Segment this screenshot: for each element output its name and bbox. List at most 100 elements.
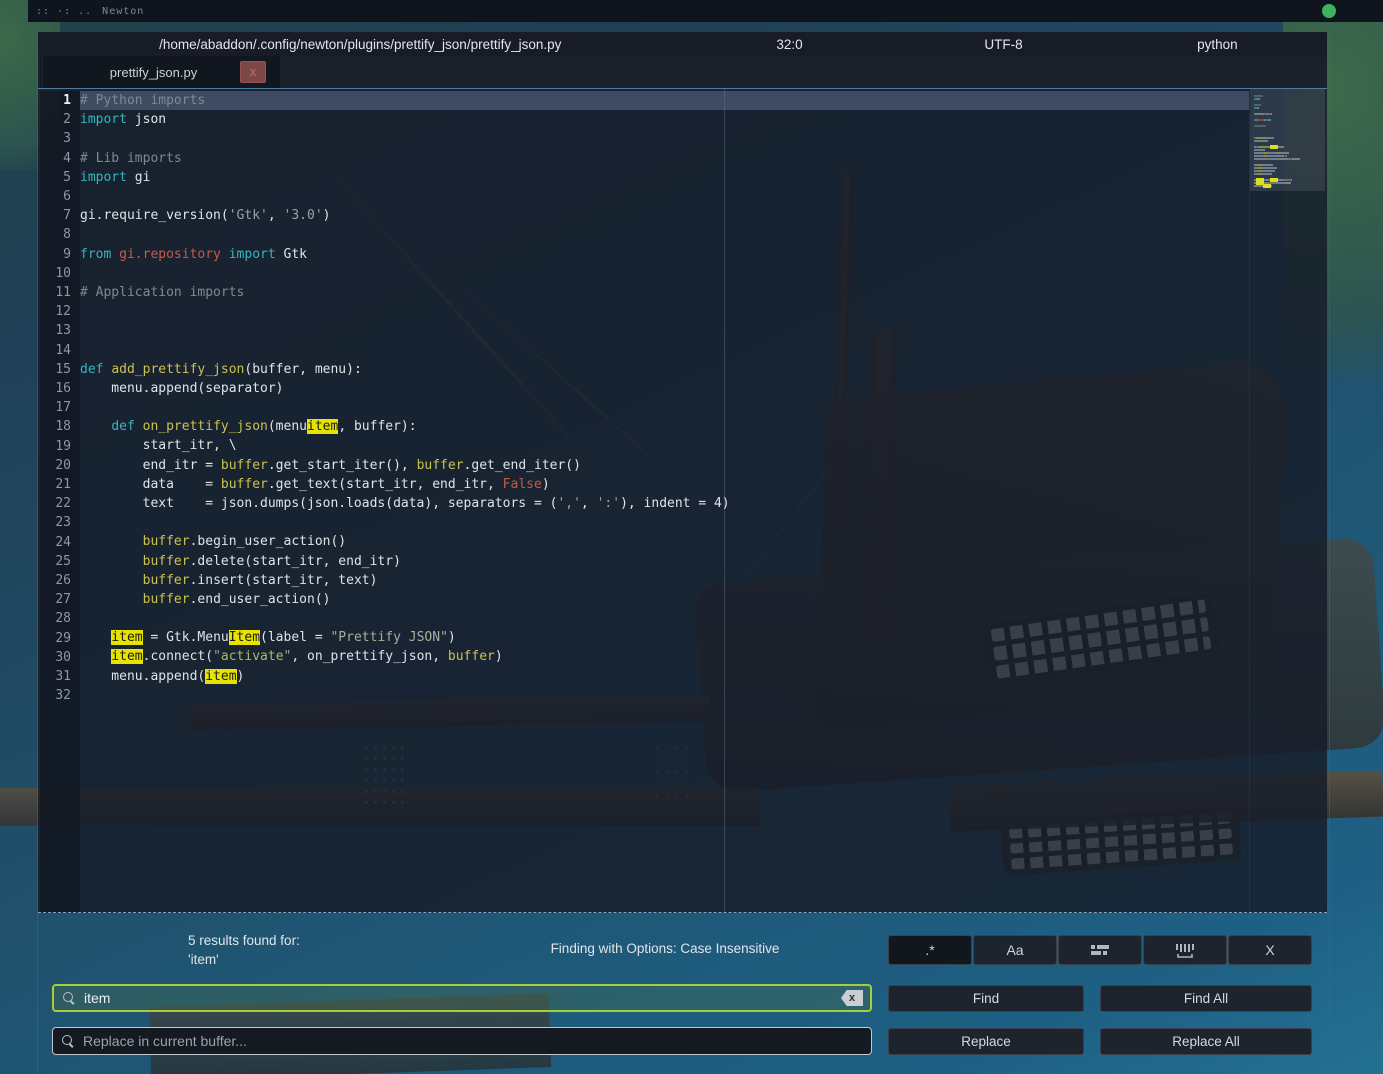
code-line[interactable] [80,302,1249,321]
search-icon [62,1035,75,1048]
encoding-indicator: UTF-8 [896,37,1110,52]
code-line[interactable]: text = json.dumps(json.loads(data), sepa… [80,494,1249,513]
code-line[interactable]: menu.append(separator) [80,379,1249,398]
line-number: 20 [40,456,71,475]
code-line[interactable]: def on_prettify_json(menuitem, buffer): [80,417,1249,436]
cursor-position: 32:0 [683,37,897,52]
whole-word-toggle-button[interactable] [1143,935,1227,965]
line-number: 21 [40,475,71,494]
code-line[interactable]: # Lib imports [80,149,1249,168]
code-line[interactable]: buffer.insert(start_itr, text) [80,571,1249,590]
search-results-info: 5 results found for: 'item' [188,931,300,969]
results-count: 5 results found for: [188,931,300,950]
tab-close-button[interactable]: x [240,61,266,83]
search-input[interactable]: item x [52,984,872,1012]
line-number: 2 [40,110,71,129]
line-number: 13 [40,321,71,340]
line-number: 9 [40,245,71,264]
find-button[interactable]: Find [888,985,1084,1012]
line-number: 11 [40,283,71,302]
replace-input-placeholder: Replace in current buffer... [83,1033,247,1049]
code-line[interactable]: start_itr, \ [80,436,1249,455]
line-number: 28 [40,609,71,628]
line-number: 32 [40,686,71,705]
line-number: 26 [40,571,71,590]
code-line[interactable]: item = Gtk.MenuItem(label = "Prettify JS… [80,628,1249,647]
code-line[interactable]: item.connect("activate", on_prettify_jso… [80,647,1249,666]
line-number: 30 [40,648,71,667]
line-number: 17 [40,398,71,417]
case-sensitive-toggle-button[interactable]: Aa [973,935,1057,965]
line-number-gutter: 1234567891011121314151617181920212223242… [40,91,80,912]
line-number: 31 [40,667,71,686]
code-editor[interactable]: 1234567891011121314151617181920212223242… [38,88,1327,913]
line-number: 25 [40,552,71,571]
line-number: 4 [40,149,71,168]
line-number: 19 [40,437,71,456]
code-line[interactable]: def add_prettify_json(buffer, menu): [80,360,1249,379]
line-number: 7 [40,206,71,225]
code-line[interactable]: import gi [80,168,1249,187]
line-number: 5 [40,168,71,187]
find-all-button[interactable]: Find All [1100,985,1312,1012]
code-line[interactable] [80,398,1249,417]
line-number: 14 [40,341,71,360]
line-number: 6 [40,187,71,206]
replace-all-button[interactable]: Replace All [1100,1028,1312,1055]
titlebar: :: ·: .. Newton [28,0,1383,22]
code-line[interactable]: buffer.delete(start_itr, end_itr) [80,552,1249,571]
code-line[interactable]: # Python imports [80,91,1249,110]
window-title: Newton [102,6,144,17]
tab-label: prettify_json.py [41,65,240,80]
selection-lines-icon [1090,943,1110,957]
code-line[interactable]: buffer.end_user_action() [80,590,1249,609]
line-number: 27 [40,590,71,609]
code-line[interactable] [80,225,1249,244]
minimap[interactable] [1249,89,1325,912]
code-line[interactable] [80,609,1249,628]
line-number: 1 [40,91,71,110]
line-number: 10 [40,264,71,283]
line-number: 8 [40,225,71,244]
line-number: 12 [40,302,71,321]
code-line[interactable]: end_itr = buffer.get_start_iter(), buffe… [80,456,1249,475]
code-line[interactable]: # Application imports [80,283,1249,302]
code-line[interactable]: from gi.repository import Gtk [80,245,1249,264]
replace-button[interactable]: Replace [888,1028,1084,1055]
code-area[interactable]: # Python importsimport json # Lib imports… [80,91,1249,705]
replace-input[interactable]: Replace in current buffer... [52,1027,872,1055]
workspace-indicator[interactable]: :: ·: .. [36,6,92,17]
highlight-matches-toggle-button[interactable] [1058,935,1142,965]
statusbar: /home/abaddon/.config/newton/plugins/pre… [38,32,1327,56]
line-number: 29 [40,629,71,648]
code-line[interactable] [80,513,1249,532]
status-dot-icon[interactable] [1322,4,1336,18]
code-line[interactable] [80,340,1249,359]
tab-prettify-json[interactable]: prettify_json.py x [40,56,280,88]
code-line[interactable] [80,686,1249,705]
code-line[interactable]: menu.append(item) [80,667,1249,686]
search-input-value: item [84,990,110,1006]
code-line[interactable] [80,321,1249,340]
tab-bar: prettify_json.py x [38,56,1327,88]
code-line[interactable]: data = buffer.get_text(start_itr, end_it… [80,475,1249,494]
line-number: 23 [40,513,71,532]
line-number: 15 [40,360,71,379]
line-number: 24 [40,533,71,552]
results-term: 'item' [188,950,300,969]
code-line[interactable]: import json [80,110,1249,129]
language-indicator: python [1110,37,1324,52]
code-line[interactable] [80,129,1249,148]
line-number: 18 [40,417,71,436]
line-number: 22 [40,494,71,513]
code-line[interactable] [80,187,1249,206]
code-line[interactable]: gi.require_version('Gtk', '3.0') [80,206,1249,225]
code-line[interactable]: buffer.begin_user_action() [80,532,1249,551]
search-icon [63,992,76,1005]
regex-toggle-button[interactable]: .* [888,935,972,965]
close-find-panel-button[interactable]: X [1228,935,1312,965]
code-line[interactable] [80,264,1249,283]
line-number: 3 [40,129,71,148]
clear-search-icon[interactable]: x [841,990,863,1006]
find-options-status: Finding with Options: Case Insensitive [400,941,930,956]
